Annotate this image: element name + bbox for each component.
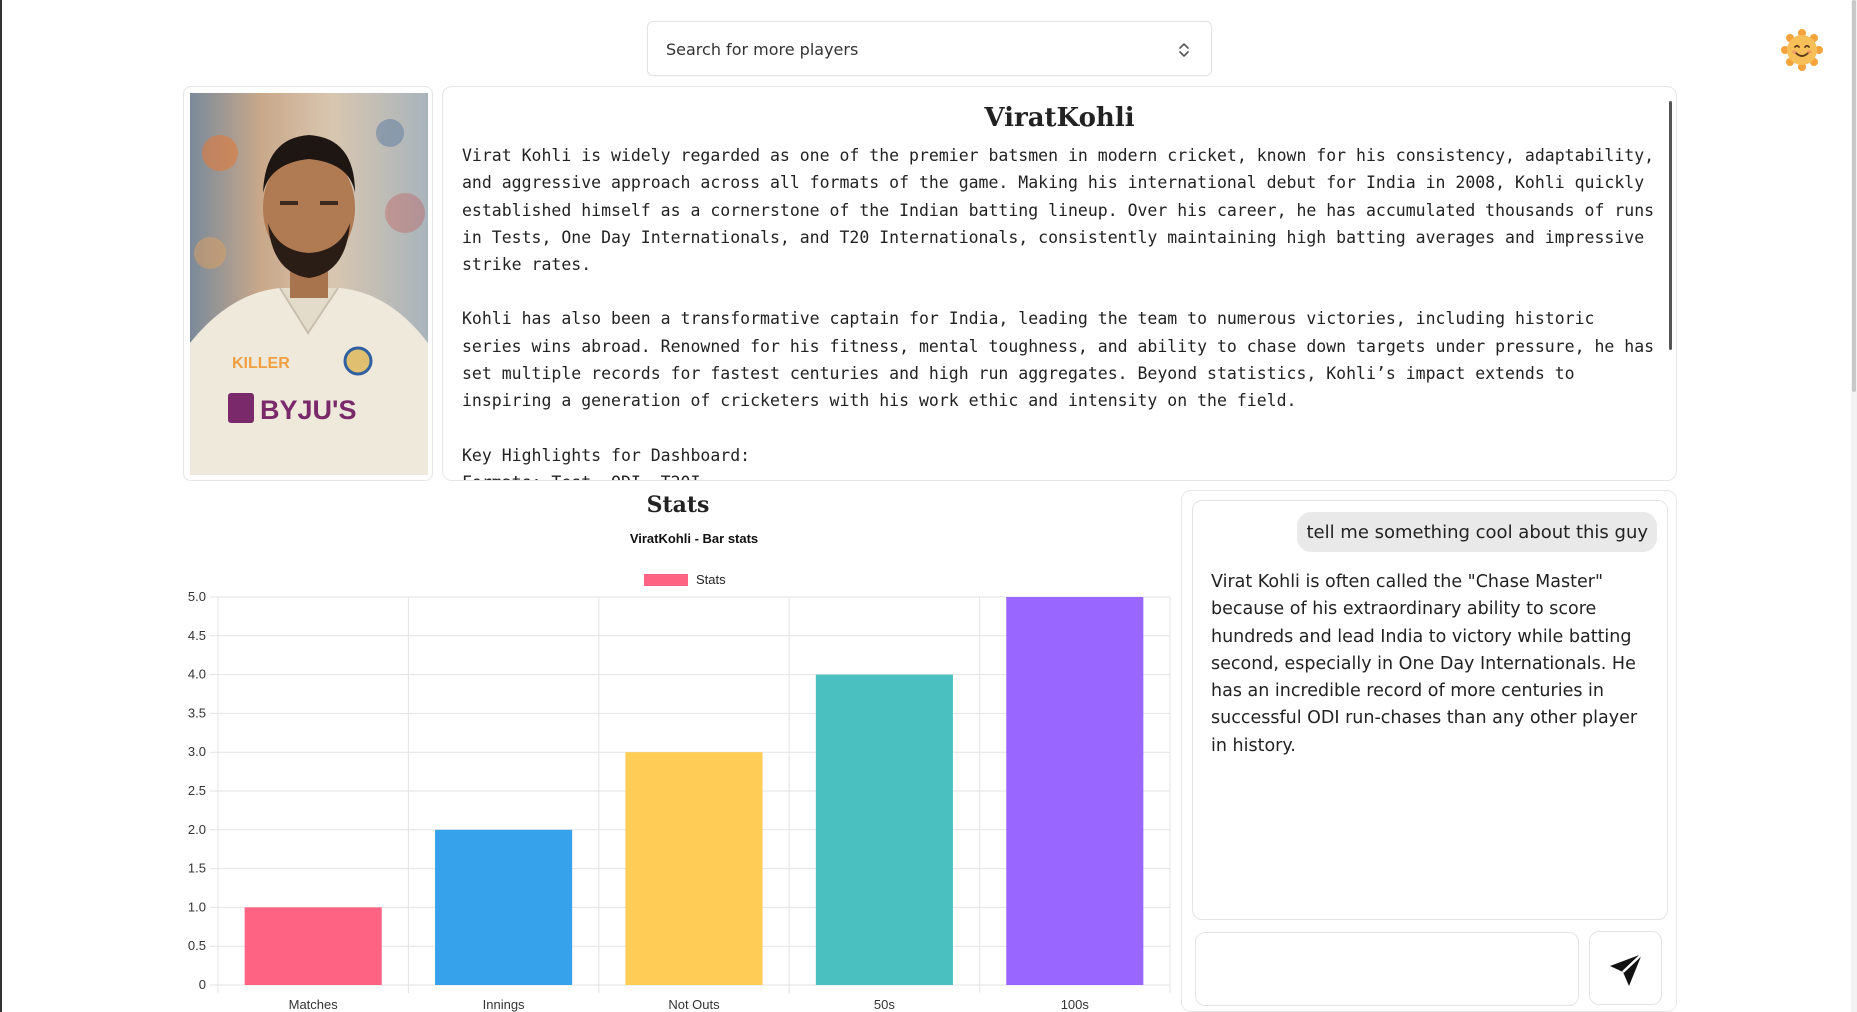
player-name-heading: ViratKohli	[984, 103, 1135, 133]
y-tick-label: 2.5	[188, 783, 206, 798]
chat-log[interactable]: tell me something cool about this guy Vi…	[1192, 500, 1668, 920]
legend-swatch	[644, 574, 688, 586]
y-tick-label: 4.5	[188, 628, 206, 643]
bar	[815, 674, 953, 985]
paper-plane-send-icon	[1610, 953, 1643, 986]
bar	[435, 829, 573, 985]
x-tick-label: 50s	[874, 997, 895, 1012]
jersey-brand-text: BYJU'S	[260, 395, 356, 425]
chart-title: ViratKohli - Bar stats	[630, 531, 758, 546]
select-chevrons-icon	[1179, 43, 1189, 57]
bio-paragraph: Key Highlights for Dashboard:	[462, 445, 751, 465]
page-scrollbar-thumb[interactable]	[1852, 0, 1856, 392]
player-search-select[interactable]: Search for more players	[647, 21, 1212, 76]
player-bio-text: Virat Kohli is widely regarded as one of…	[462, 142, 1662, 480]
bar	[244, 907, 382, 985]
window-left-edge	[0, 0, 2, 1012]
svg-text:KILLER: KILLER	[232, 355, 290, 372]
stats-bar-chart: ViratKohli - Bar stats Stats 0 0.5 1.0 1.5 2.0…	[188, 531, 1171, 1012]
player-photo: KILLER BYJU'S	[190, 93, 428, 475]
bio-paragraph: Kohli has also been a transformative cap…	[462, 309, 1655, 411]
page-scrollbar[interactable]	[1851, 0, 1857, 1012]
y-tick-label: 0.5	[188, 938, 206, 953]
x-tick-label: Matches	[289, 997, 339, 1012]
y-tick-label: 3.0	[188, 744, 206, 759]
y-tick-label: 1.5	[188, 861, 206, 876]
bio-paragraph: Virat Kohli is widely regarded as one of…	[462, 146, 1655, 275]
send-button[interactable]	[1589, 931, 1662, 1005]
y-tick-label: 1.0	[188, 899, 206, 914]
y-tick-label: 3.5	[188, 705, 206, 720]
chat-message-input[interactable]	[1195, 932, 1579, 1006]
user-message-bubble: tell me something cool about this guy	[1297, 512, 1657, 552]
smiling-sun-emoji-icon[interactable]	[1781, 29, 1823, 71]
y-tick-label: 0	[199, 977, 206, 992]
legend-label: Stats	[696, 572, 726, 587]
x-tick-label: Innings	[483, 997, 525, 1012]
player-search-placeholder: Search for more players	[666, 40, 859, 59]
x-tick-label: Not Outs	[668, 997, 720, 1012]
y-tick-label: 2.0	[188, 822, 206, 837]
player-bio-card[interactable]: ViratKohli Virat Kohli is widely regarde…	[442, 86, 1677, 481]
bar	[625, 752, 763, 985]
bar	[1006, 597, 1144, 985]
bot-message: Virat Kohli is often called the "Chase M…	[1211, 572, 1638, 756]
y-tick-label: 4.0	[188, 667, 206, 682]
bio-paragraph: Formats: Test, ODI, T20I	[462, 469, 1662, 480]
y-tick-label: 5.0	[188, 589, 206, 604]
stats-heading: Stats	[646, 492, 710, 518]
player-photo-card: KILLER BYJU'S	[183, 86, 433, 481]
x-tick-label: 100s	[1061, 997, 1090, 1012]
bio-scrollbar[interactable]	[1669, 101, 1672, 350]
